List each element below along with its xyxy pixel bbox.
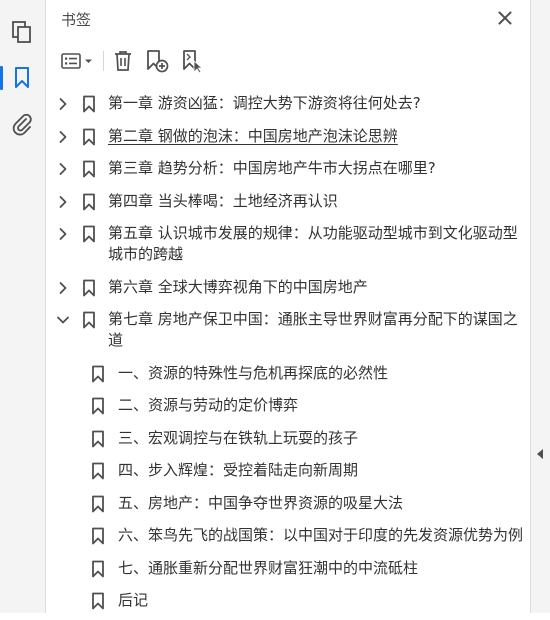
right-panel-strip — [530, 0, 550, 613]
chevron-right-icon[interactable] — [55, 278, 71, 298]
bookmark-icon — [81, 159, 97, 179]
bookmarks-panel: 书签 第一章 游资凶猛：调控大势下游资将往何处去? 第二章 钢做的泡沫：中国房地… — [46, 0, 530, 613]
collapse-panel-arrow-icon[interactable] — [537, 449, 543, 459]
bookmark-section-item[interactable]: 五、房地产：中国争夺世界资源的吸星大法 — [46, 490, 530, 514]
bookmark-icon — [90, 396, 106, 416]
pages-icon[interactable] — [8, 18, 36, 46]
chevron-right-icon[interactable] — [55, 94, 71, 114]
chevron-right-icon[interactable] — [55, 192, 71, 212]
chevron-right-icon[interactable] — [55, 127, 71, 147]
close-icon[interactable] — [494, 7, 516, 29]
chevron-right-icon[interactable] — [55, 224, 71, 244]
delete-icon[interactable] — [110, 47, 136, 75]
bookmark-icon — [81, 94, 97, 114]
bookmark-label: 第六章 全球大博弈视角下的中国房地产 — [108, 277, 368, 296]
bookmark-icon — [90, 526, 106, 546]
chevron-right-icon[interactable] — [55, 159, 71, 179]
bookmark-label: 四、步入辉煌：受控着陆走向新周期 — [118, 461, 359, 479]
bookmark-icon[interactable] — [0, 64, 36, 92]
bookmark-chapter-item[interactable]: 第三章 趋势分析：中国房地产牛市大拐点在哪里? — [46, 155, 530, 179]
new-bookmark-icon[interactable] — [143, 47, 171, 75]
bookmark-label: 二、资源与劳动的定价博弈 — [118, 396, 299, 414]
attachment-icon[interactable] — [8, 110, 36, 138]
bookmark-section-item[interactable]: 四、步入辉煌：受控着陆走向新周期 — [46, 457, 530, 481]
bookmark-from-selection-icon[interactable] — [179, 47, 207, 75]
bookmark-chapter-item[interactable]: 第五章 认识城市发展的规律：从功能驱动型城市到文化驱动型城市的跨越 — [46, 220, 530, 265]
bookmark-icon — [90, 461, 106, 481]
bookmark-section-item[interactable]: 七、通胀重新分配世界财富狂潮中的中流砥柱 — [46, 555, 530, 579]
panel-header: 书签 — [46, 0, 530, 36]
navigation-rail — [0, 0, 46, 613]
bookmark-icon — [81, 192, 97, 212]
bookmark-chapter-item[interactable]: 第七章 房地产保卫中国：通胀主导世界财富再分配下的谋国之道 — [46, 306, 530, 351]
bookmark-label: 第七章 房地产保卫中国：通胀主导世界财富再分配下的谋国之道 — [108, 310, 518, 349]
bookmark-icon — [90, 591, 106, 611]
bookmark-label: 三、宏观调控与在铁轨上玩耍的孩子 — [118, 428, 359, 447]
bookmark-icon — [90, 494, 106, 514]
bookmark-chapter-item[interactable]: 第四章 当头棒喝：土地经济再认识 — [46, 188, 530, 212]
bookmark-section-item[interactable]: 三、宏观调控与在铁轨上玩耍的孩子 — [46, 425, 530, 449]
bookmark-section-item[interactable]: 一、资源的特殊性与危机再探底的必然性 — [46, 360, 530, 384]
bookmark-label: 七、通胀重新分配世界财富狂潮中的中流砥柱 — [118, 558, 419, 577]
bookmark-label: 六、笨鸟先飞的战国策：以中国对于印度的先发资源优势为例 — [118, 526, 524, 544]
bookmark-label: 第五章 认识城市发展的规律：从功能驱动型城市到文化驱动型城市的跨越 — [108, 224, 518, 263]
bookmark-section-item[interactable]: 后记 — [46, 587, 530, 611]
chevron-down-icon[interactable] — [55, 310, 71, 330]
bookmark-icon — [81, 278, 97, 298]
bookmark-icon — [90, 559, 106, 579]
bookmark-icon — [90, 429, 106, 449]
bookmark-label: 第一章 游资凶猛：调控大势下游资将往何处去? — [108, 94, 421, 112]
bookmark-icon — [81, 310, 97, 330]
options-menu-icon[interactable] — [58, 47, 98, 75]
bookmark-section-item[interactable]: 六、笨鸟先飞的战国策：以中国对于印度的先发资源优势为例 — [46, 522, 530, 546]
bookmark-chapter-item[interactable]: 第一章 游资凶猛：调控大势下游资将往何处去? — [46, 90, 530, 114]
bookmark-label: 五、房地产：中国争夺世界资源的吸星大法 — [118, 493, 404, 512]
toolbar-separator — [103, 51, 104, 71]
bookmark-label: 一、资源的特殊性与危机再探底的必然性 — [118, 363, 389, 382]
bookmark-label: 第二章 钢做的泡沫：中国房地产泡沫论思辨 — [108, 126, 398, 145]
bookmark-icon — [81, 127, 97, 147]
bookmark-label: 第三章 趋势分析：中国房地产牛市大拐点在哪里? — [108, 159, 436, 177]
panel-title: 书签 — [61, 11, 92, 29]
bookmark-label: 后记 — [118, 591, 149, 609]
bookmark-chapter-item[interactable]: 第六章 全球大博弈视角下的中国房地产 — [46, 274, 530, 298]
bookmarks-toolbar — [46, 44, 530, 78]
bookmark-tree: 第一章 游资凶猛：调控大势下游资将往何处去? 第二章 钢做的泡沫：中国房地产泡沫论… — [46, 90, 530, 620]
bookmark-icon — [81, 224, 97, 244]
bookmark-icon — [90, 364, 106, 384]
bookmark-chapter-item[interactable]: 第二章 钢做的泡沫：中国房地产泡沫论思辨 — [46, 123, 530, 147]
bookmark-section-item[interactable]: 二、资源与劳动的定价博弈 — [46, 392, 530, 416]
bookmark-label: 第四章 当头棒喝：土地经济再认识 — [108, 191, 338, 210]
